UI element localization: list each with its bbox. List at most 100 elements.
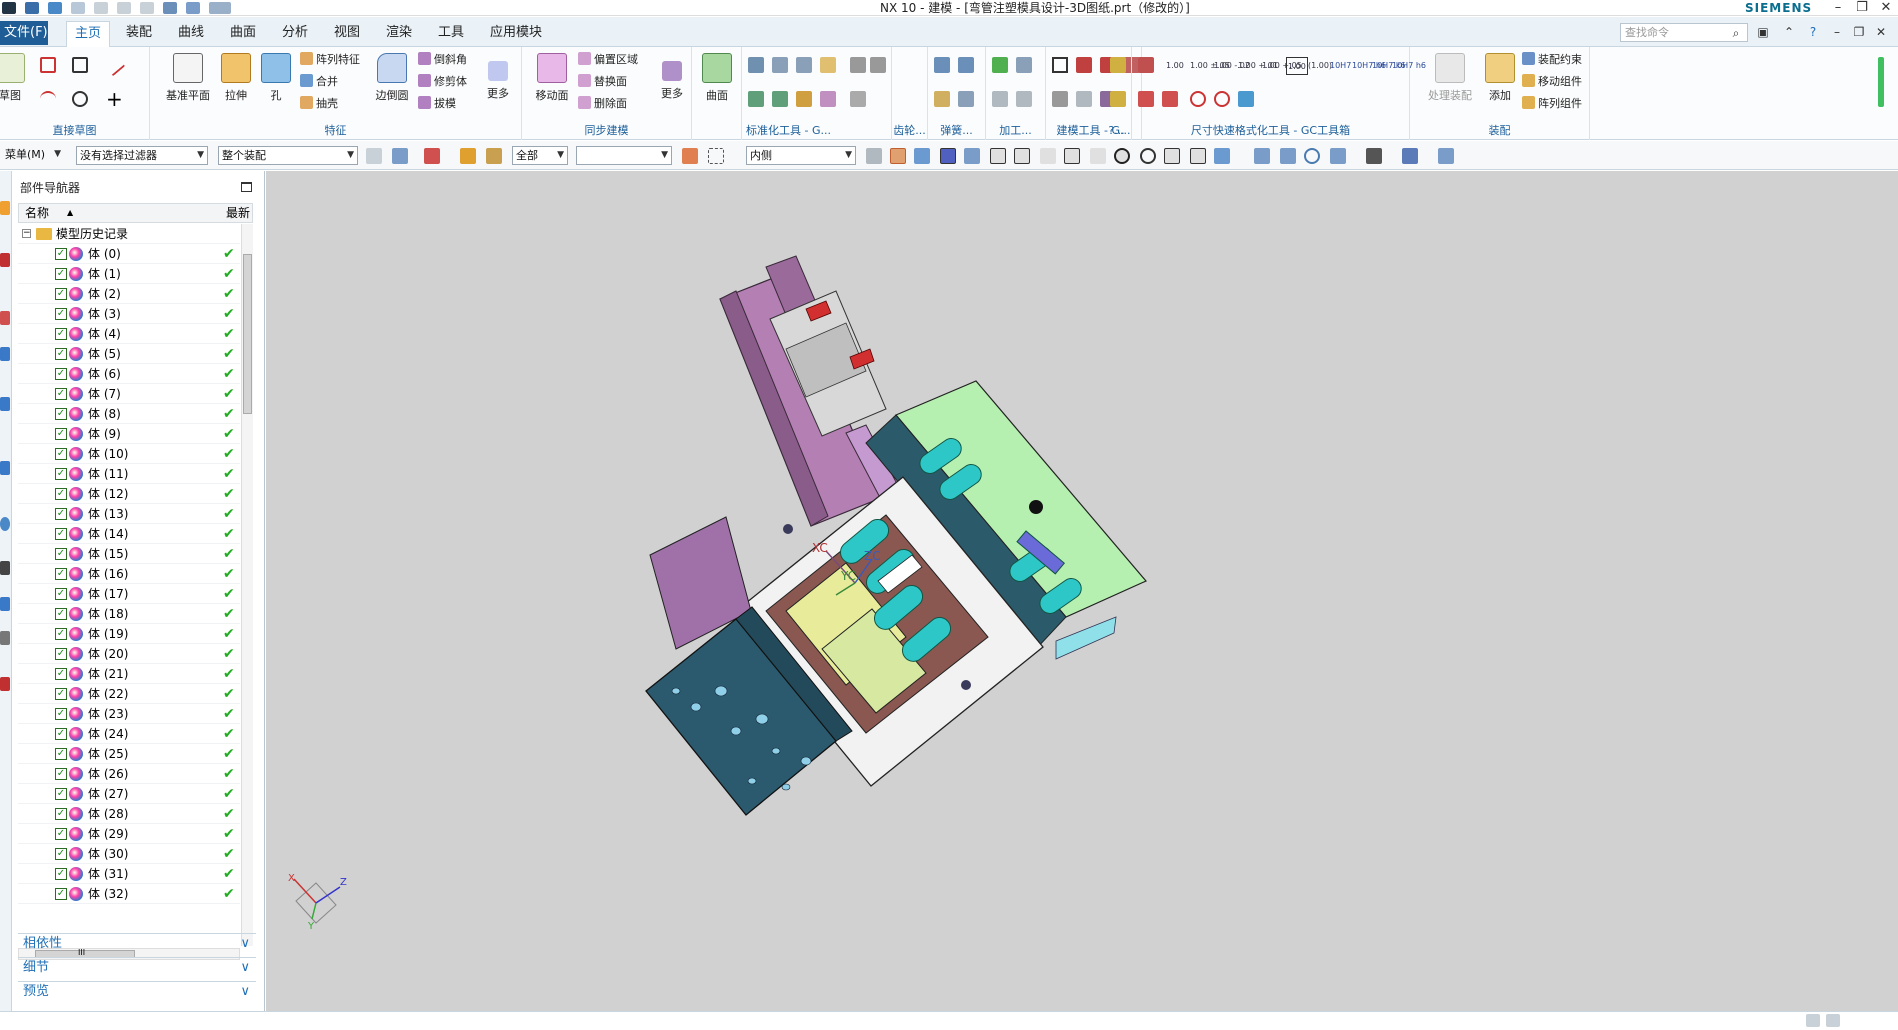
rect-select-icon[interactable] bbox=[708, 148, 724, 164]
web-browser-icon[interactable] bbox=[0, 461, 10, 475]
file-menu[interactable]: 文件(F) bbox=[0, 21, 48, 45]
process-studio-icon[interactable] bbox=[0, 631, 10, 645]
tree-row[interactable]: ✓ 体 (22) ✔ bbox=[18, 684, 240, 704]
save-icon[interactable] bbox=[25, 2, 39, 14]
triangle-icon[interactable] bbox=[1052, 57, 1068, 73]
body-check-icon[interactable] bbox=[1076, 91, 1092, 107]
cylinder-spring-icon[interactable] bbox=[934, 57, 950, 73]
ribbon-scroll-indicator[interactable] bbox=[1878, 57, 1884, 107]
visibility-checkbox[interactable]: ✓ bbox=[55, 408, 67, 420]
constraint-navigator-icon[interactable] bbox=[0, 253, 10, 267]
snap-type-dropdown[interactable]: 全部 ▼ bbox=[512, 146, 568, 165]
quadrant-icon[interactable] bbox=[1140, 148, 1156, 164]
tree-row[interactable]: ✓ 体 (32) ✔ bbox=[18, 884, 240, 904]
tree-row[interactable]: ✓ 体 (10) ✔ bbox=[18, 444, 240, 464]
tree-row[interactable]: ✓ 体 (24) ✔ bbox=[18, 724, 240, 744]
select-all-icon[interactable] bbox=[366, 148, 382, 164]
dim-reset-icon[interactable] bbox=[1238, 91, 1254, 107]
history-icon[interactable] bbox=[0, 517, 10, 531]
on-face-icon[interactable] bbox=[1214, 148, 1230, 164]
chamfer-button[interactable]: 倒斜角 bbox=[418, 51, 467, 69]
tree-row[interactable]: ✓ 体 (19) ✔ bbox=[18, 624, 240, 644]
tree-row[interactable]: ✓ 体 (12) ✔ bbox=[18, 484, 240, 504]
visibility-checkbox[interactable]: ✓ bbox=[55, 788, 67, 800]
more-sync-button[interactable]: 更多 bbox=[650, 53, 694, 101]
assembly-constraint-button[interactable]: 装配约束 bbox=[1522, 51, 1582, 69]
unite-button[interactable]: 合并 bbox=[300, 73, 338, 91]
assembly-navigator-icon[interactable] bbox=[0, 201, 10, 215]
extrude-button[interactable]: 拉伸 bbox=[214, 53, 258, 103]
gear-display-icon[interactable] bbox=[870, 57, 886, 73]
mold-base-icon[interactable] bbox=[748, 57, 764, 73]
doc-close-button[interactable]: ✕ bbox=[1874, 25, 1888, 39]
visibility-checkbox[interactable]: ✓ bbox=[55, 288, 67, 300]
tab-assembly[interactable]: 装配 bbox=[118, 21, 160, 47]
add-component-button[interactable]: 添加 bbox=[1478, 53, 1522, 103]
visibility-checkbox[interactable]: ✓ bbox=[55, 428, 67, 440]
tree-row[interactable]: ✓ 体 (1) ✔ bbox=[18, 264, 240, 284]
arc-center-icon[interactable] bbox=[1114, 148, 1130, 164]
visibility-checkbox[interactable]: ✓ bbox=[55, 848, 67, 860]
visibility-checkbox[interactable]: ✓ bbox=[55, 388, 67, 400]
visibility-checkbox[interactable]: ✓ bbox=[55, 548, 67, 560]
visibility-checkbox[interactable]: ✓ bbox=[55, 348, 67, 360]
doc-minimize-button[interactable]: – bbox=[1830, 25, 1844, 39]
mold-model-view[interactable]: XC ZC YC X Z Y bbox=[266, 171, 1898, 1011]
dim-format-8[interactable]: 10H7 bbox=[1330, 57, 1351, 75]
visibility-checkbox[interactable]: ✓ bbox=[55, 748, 67, 760]
cut-icon[interactable] bbox=[94, 2, 108, 14]
tree-row[interactable]: ✓ 体 (0) ✔ bbox=[18, 244, 240, 264]
column-name[interactable]: 名称 bbox=[25, 204, 49, 222]
column-latest[interactable]: 最新 bbox=[226, 204, 250, 222]
tab-tools[interactable]: 工具 bbox=[430, 21, 472, 47]
tree-row[interactable]: ✓ 体 (29) ✔ bbox=[18, 824, 240, 844]
panel-preview[interactable]: 预览 ∨ bbox=[18, 981, 256, 1003]
on-curve-icon[interactable] bbox=[1190, 148, 1206, 164]
tab-applications[interactable]: 应用模块 bbox=[482, 21, 550, 47]
tree-row[interactable]: ✓ 体 (16) ✔ bbox=[18, 564, 240, 584]
help-icon[interactable]: ? bbox=[1806, 25, 1820, 39]
navigator-vertical-scrollbar[interactable] bbox=[241, 224, 253, 946]
more-feature-button[interactable]: 更多 bbox=[476, 53, 520, 101]
window-menu-icon[interactable] bbox=[209, 2, 231, 14]
search-icon[interactable]: ⌕ bbox=[1729, 26, 1743, 40]
visibility-checkbox[interactable]: ✓ bbox=[55, 868, 67, 880]
visibility-checkbox[interactable]: ✓ bbox=[55, 608, 67, 620]
tree-row[interactable]: ✓ 体 (2) ✔ bbox=[18, 284, 240, 304]
visibility-checkbox[interactable]: ✓ bbox=[55, 468, 67, 480]
show-hide-icon[interactable] bbox=[1438, 148, 1454, 164]
tab-home[interactable]: 主页 bbox=[66, 21, 111, 47]
tree-row[interactable]: ✓ 体 (7) ✔ bbox=[18, 384, 240, 404]
intersection-icon[interactable] bbox=[1164, 148, 1180, 164]
visibility-checkbox[interactable]: ✓ bbox=[55, 828, 67, 840]
spring-delete-icon[interactable] bbox=[958, 91, 974, 107]
pick-icon[interactable] bbox=[460, 148, 476, 164]
collapse-icon[interactable]: − bbox=[22, 229, 31, 238]
offset-region-button[interactable]: 偏置区域 bbox=[578, 51, 638, 69]
face-icon[interactable] bbox=[914, 148, 930, 164]
snap-point-toggle-icon[interactable] bbox=[682, 148, 698, 164]
standard-part-icon[interactable] bbox=[772, 57, 788, 73]
dim-style-icon[interactable] bbox=[1138, 57, 1154, 73]
reuse-library-icon[interactable] bbox=[0, 347, 10, 361]
visibility-checkbox[interactable]: ✓ bbox=[55, 708, 67, 720]
graphics-window[interactable]: XC ZC YC X Z Y bbox=[266, 171, 1898, 1011]
sketch-button[interactable]: 草图 bbox=[0, 53, 32, 103]
thickness-icon[interactable] bbox=[1052, 91, 1068, 107]
pattern-component-button[interactable]: 阵列组件 bbox=[1522, 95, 1582, 113]
arc-icon[interactable] bbox=[40, 91, 56, 107]
radius-icon[interactable] bbox=[1214, 91, 1230, 107]
pattern-feature-button[interactable]: 阵列特征 bbox=[300, 51, 360, 69]
shell-button[interactable]: 抽壳 bbox=[300, 95, 338, 113]
tree-root-row[interactable]: − 模型历史记录 bbox=[18, 224, 240, 244]
visibility-checkbox[interactable]: ✓ bbox=[55, 248, 67, 260]
snap-point-icon[interactable] bbox=[424, 148, 440, 164]
tree-row[interactable]: ✓ 体 (18) ✔ bbox=[18, 604, 240, 624]
visibility-checkbox[interactable]: ✓ bbox=[55, 508, 67, 520]
visibility-checkbox[interactable]: ✓ bbox=[55, 328, 67, 340]
scrollbar-thumb[interactable] bbox=[243, 254, 252, 414]
doc-restore-button[interactable]: ❐ bbox=[1852, 25, 1866, 39]
copy-icon[interactable] bbox=[117, 2, 131, 14]
profile-icon[interactable] bbox=[40, 57, 56, 73]
tangent-icon[interactable] bbox=[1040, 148, 1056, 164]
